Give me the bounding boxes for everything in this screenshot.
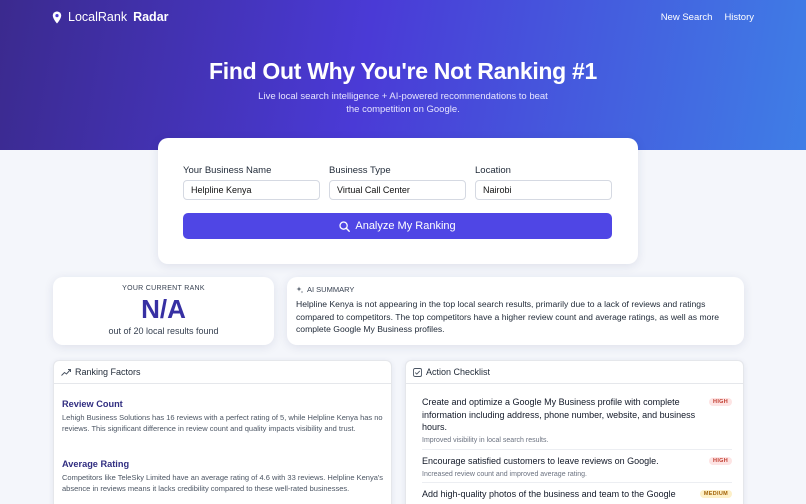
analyze-button[interactable]: Analyze My Ranking	[183, 213, 612, 239]
checklist-item-impact: Improved visibility in local search resu…	[422, 436, 549, 444]
factor-item: Average Rating Competitors like TeleSky …	[62, 459, 387, 494]
business-type-label: Business Type	[329, 165, 391, 176]
location-input[interactable]: Nairobi	[475, 180, 612, 200]
checklist-item-impact: Increased review count and improved aver…	[422, 470, 587, 478]
rank-subtext: out of 20 local results found	[108, 326, 219, 336]
factor-title: Review Count	[62, 399, 123, 409]
factor-title: Average Rating	[62, 459, 130, 469]
location-label: Location	[475, 165, 511, 176]
search-form-card: Your Business Name Helpline Kenya Busine…	[158, 138, 638, 264]
ai-summary-label: AI SUMMARY	[307, 285, 355, 294]
nav-new-search[interactable]: New Search	[661, 12, 713, 23]
divider	[422, 482, 732, 483]
current-rank-card: YOUR CURRENT RANK N/A out of 20 local re…	[53, 277, 274, 345]
priority-badge: HIGH	[709, 398, 732, 406]
ai-summary-card: AI SUMMARY Helpline Kenya is not appeari…	[287, 277, 744, 345]
priority-badge: MEDIUM	[699, 490, 732, 498]
divider	[422, 449, 732, 450]
rank-value: N/A	[141, 294, 186, 324]
sparkle-icon	[296, 286, 304, 293]
ranking-factors-header: Ranking Factors	[54, 361, 391, 384]
checklist-item-title: Add high-quality photos of the business …	[422, 489, 676, 499]
checklist-item-title: Create and optimize a Google My Business…	[422, 397, 696, 432]
action-checklist-header: Action Checklist	[406, 361, 743, 384]
brand-logo[interactable]: LocalRank Radar	[52, 10, 169, 24]
ai-summary-text: Helpline Kenya is not appearing in the t…	[296, 299, 720, 335]
analyze-button-label: Analyze My Ranking	[355, 220, 456, 232]
rank-label: YOUR CURRENT RANK	[122, 285, 205, 292]
search-icon	[339, 220, 351, 232]
checklist-item[interactable]: Add high-quality photos of the business …	[422, 488, 732, 501]
hero-title: Find Out Why You're Not Ranking #1	[209, 58, 597, 84]
priority-badge: HIGH	[709, 457, 732, 465]
nav-links: New Search History	[661, 12, 754, 23]
top-nav: LocalRank Radar New Search History	[0, 0, 806, 34]
brand-name-light: LocalRank	[68, 10, 128, 24]
checkbox-icon	[413, 367, 422, 377]
brand-name-bold: Radar	[133, 10, 169, 24]
ranking-factors-panel: Ranking Factors Review Count Lehigh Busi…	[53, 360, 392, 504]
hero-banner: LocalRank Radar New Search History Find …	[0, 0, 806, 150]
checklist-item[interactable]: Encourage satisfied customers to leave r…	[422, 455, 732, 478]
hero-subtitle: Live local search intelligence + AI-powe…	[258, 91, 548, 115]
action-checklist-panel: Action Checklist Create and optimize a G…	[405, 360, 744, 504]
nav-history[interactable]: History	[724, 12, 754, 23]
factor-item: Review Count Lehigh Business Solutions h…	[62, 399, 387, 434]
ranking-factors-title: Ranking Factors	[75, 367, 141, 377]
business-name-input[interactable]: Helpline Kenya	[183, 180, 320, 200]
factor-description: Lehigh Business Solutions has 16 reviews…	[62, 413, 383, 433]
checklist-item-title: Encourage satisfied customers to leave r…	[422, 456, 659, 466]
trend-chart-icon	[61, 368, 71, 376]
factor-description: Competitors like TeleSky Limited have an…	[62, 473, 384, 493]
action-checklist-title: Action Checklist	[426, 367, 491, 377]
business-name-label: Your Business Name	[183, 165, 272, 176]
business-type-input[interactable]: Virtual Call Center	[329, 180, 466, 200]
map-pin-icon	[52, 11, 62, 23]
checklist-item[interactable]: Create and optimize a Google My Business…	[422, 396, 732, 444]
ai-summary-header: AI SUMMARY	[296, 285, 354, 294]
